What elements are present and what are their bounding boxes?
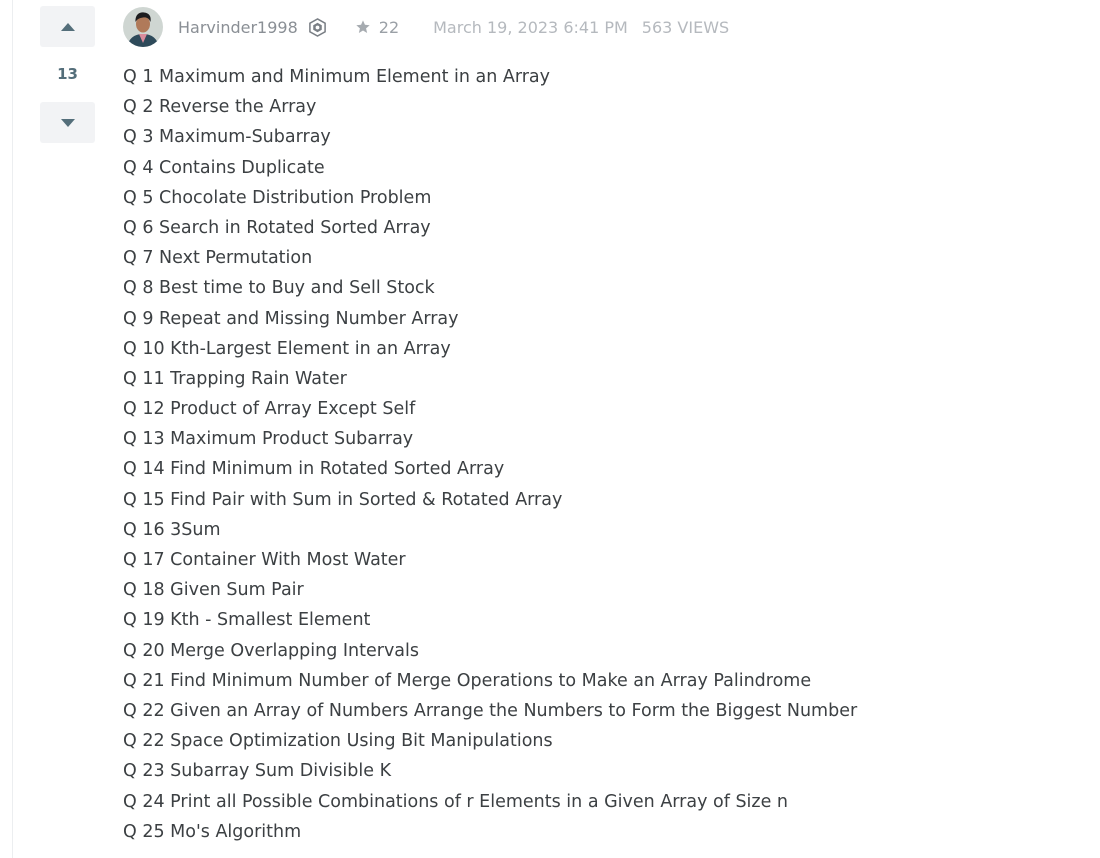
list-item: Q 23 Subarray Sum Divisible K [123,761,392,782]
upvote-button[interactable] [40,6,95,47]
list-item: Q 4 Contains Duplicate [123,157,325,178]
list-item: Q 14 Find Minimum in Rotated Sorted Arra… [123,459,505,480]
list-item: Q 12 Product of Array Except Self [123,399,416,420]
list-item: Q 13 Maximum Product Subarray [123,429,414,450]
question-list: Q 1 Maximum and Minimum Element in an Ar… [123,62,857,847]
list-item: Q 22 Given an Array of Numbers Arrange t… [123,700,858,721]
list-item: Q 5 Chocolate Distribution Problem [123,187,432,208]
list-item: Q 6 Search in Rotated Sorted Array [123,217,431,238]
list-item: Q 22 Space Optimization Using Bit Manipu… [123,731,553,752]
view-count: 563 VIEWS [641,17,730,37]
list-item: Q 21 Find Minimum Number of Merge Operat… [123,670,812,691]
reputation: 22 [355,18,399,37]
list-item: Q 20 Merge Overlapping Intervals [123,640,420,661]
list-item: Q 19 Kth - Smallest Element [123,610,371,631]
list-item: Q 17 Container With Most Water [123,550,406,570]
vote-panel: 13 [40,6,95,143]
list-item: Q 2 Reverse the Array [123,97,317,118]
list-item: Q 11 Trapping Rain Water [123,368,347,389]
list-item: Q 9 Repeat and Missing Number Array [123,308,459,329]
list-item: Q 3 Maximum-Subarray [123,127,331,148]
post-date: March 19, 2023 6:41 PM [433,17,628,37]
avatar[interactable] [123,7,163,47]
list-item: Q 24 Print all Possible Combinations of … [123,791,789,812]
list-item: Q 10 Kth-Largest Element in an Array [123,338,451,359]
user-avatar-image [123,7,163,47]
username-link[interactable]: Harvinder1998 [178,18,298,37]
reputation-count: 22 [378,17,400,37]
caret-up-icon [60,22,75,31]
caret-down-icon [60,118,75,127]
list-item: Q 18 Given Sum Pair [123,580,304,601]
downvote-button[interactable] [40,102,95,143]
user-badge-icon [308,17,327,37]
list-item: Q 7 Next Permutation [123,248,313,269]
list-item: Q 1 Maximum and Minimum Element in an Ar… [123,67,551,87]
list-item: Q 16 3Sum [123,519,221,540]
list-item: Q 15 Find Pair with Sum in Sorted & Rota… [123,489,563,510]
vote-count: 13 [57,65,78,83]
star-icon [356,20,370,33]
list-item: Q 8 Best time to Buy and Sell Stock [123,278,435,299]
list-item: Q 25 Mo's Algorithm [123,821,302,842]
post-header: Harvinder1998 22 March 19, 2023 6:41 PM … [123,7,729,47]
left-divider [12,0,13,858]
